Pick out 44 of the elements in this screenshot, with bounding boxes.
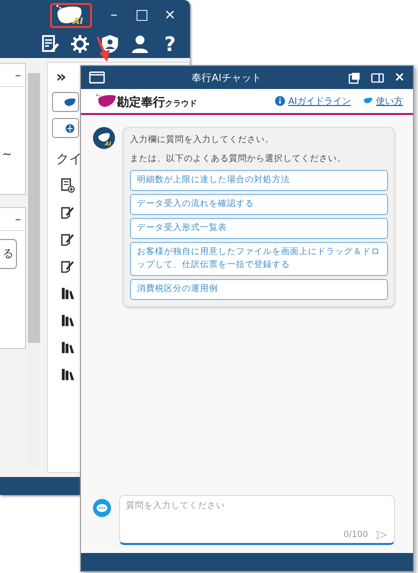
suggested-question-button[interactable]: 明細数が上限に達した場合の対処方法 [130, 170, 388, 191]
books-icon[interactable] [60, 286, 75, 301]
help-link[interactable]: 使い方 [363, 94, 403, 108]
window-icon [89, 71, 105, 84]
message-text: または、以下のよくある質問から選択してください。 [130, 153, 347, 166]
user-icon[interactable] [130, 34, 150, 54]
range-mark: ~ [1, 147, 14, 161]
list-edit-icon[interactable] [40, 34, 60, 54]
brand-logo-icon [95, 93, 117, 109]
suggested-question-button[interactable]: 消費税区分の運用例 [130, 279, 388, 300]
books-icon[interactable] [60, 367, 75, 382]
side-panel-icon[interactable] [371, 72, 384, 84]
menu-button[interactable] [52, 118, 79, 138]
pointer-arrow [96, 34, 112, 64]
maximize-button[interactable]: □ [128, 7, 156, 23]
action-button[interactable]: る [0, 239, 17, 269]
collapse-button[interactable]: – [0, 64, 25, 87]
guideline-link[interactable]: AIガイドライン [275, 94, 351, 108]
window-title: 奉行AIチャット [190, 72, 262, 84]
suggested-question-button[interactable]: データ受入の流れを確認する [130, 194, 388, 215]
shield-user-icon[interactable] [100, 34, 120, 54]
edit-icon[interactable] [60, 259, 75, 274]
close-button[interactable]: × [394, 70, 405, 85]
close-button[interactable]: × [156, 7, 184, 23]
message-text: 入力欄に質問を入力してください。 [130, 134, 275, 147]
books-icon[interactable] [60, 340, 75, 355]
edit-icon[interactable] [60, 205, 75, 220]
character-counter: 0/100 [344, 530, 368, 540]
help-button[interactable]: ? [160, 33, 180, 55]
minimize-button[interactable]: – [100, 7, 128, 23]
settings-icon[interactable] [70, 34, 90, 54]
suggested-question-button[interactable]: お客様が独自に用意したファイルを画面上にドラッグ＆ドロップして、仕訳伝票を一括で登録する [130, 242, 388, 276]
suggested-question-button[interactable]: データ受入形式一覧表 [130, 218, 388, 239]
list-add-icon[interactable] [60, 178, 75, 193]
books-icon[interactable] [60, 313, 75, 328]
popout-icon[interactable] [348, 72, 362, 84]
collapse-button[interactable]: – [0, 208, 25, 231]
section-heading: クイ [56, 151, 82, 168]
menu-button[interactable] [52, 92, 79, 112]
edit-icon[interactable] [60, 232, 75, 247]
expand-button[interactable]: » [56, 67, 66, 86]
chat-bubble-icon [93, 499, 111, 517]
info-icon [275, 96, 286, 106]
product-name: 勘定奉行クラウド [117, 94, 197, 111]
